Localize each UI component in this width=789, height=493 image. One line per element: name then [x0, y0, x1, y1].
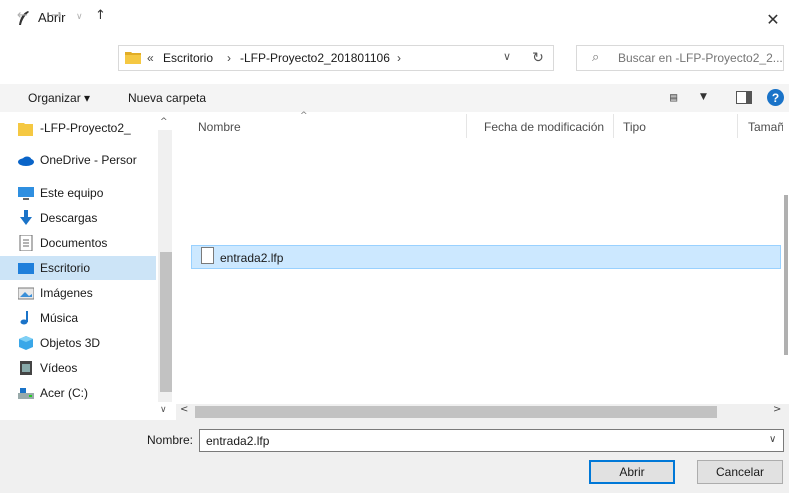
column-header-date-modified[interactable]: Fecha de modificación: [484, 120, 604, 134]
sidebar-item-this-pc[interactable]: Este equipo: [0, 181, 156, 205]
scroll-down-icon[interactable]: ∨: [160, 405, 167, 415]
view-dropdown-icon[interactable]: ▼: [700, 92, 707, 102]
breadcrumb-current-folder[interactable]: -LFP-Proyecto2_201801106: [240, 51, 390, 65]
pictures-icon: [18, 287, 34, 300]
chevron-down-icon: ∨: [76, 12, 83, 22]
column-divider[interactable]: [613, 114, 614, 138]
back-button[interactable]: ←: [17, 8, 28, 23]
sidebar-item-label: -LFP-Proyecto2_: [40, 121, 131, 135]
sidebar-item-label: Escritorio: [40, 261, 91, 275]
close-button[interactable]: ✕: [760, 6, 786, 32]
column-divider[interactable]: [737, 114, 738, 138]
view-options-icon[interactable]: ▤: [670, 90, 677, 104]
sidebar-item-label: Objetos 3D: [40, 336, 101, 350]
sidebar-item-desktop[interactable]: Escritorio: [0, 256, 156, 280]
column-divider[interactable]: [466, 114, 467, 138]
sidebar-item-documents[interactable]: Documentos: [0, 231, 156, 255]
up-button[interactable]: ↑: [95, 8, 106, 23]
sidebar-item-label: Música: [40, 311, 79, 325]
sidebar-item-label: Documentos: [40, 236, 108, 250]
close-icon: ✕: [766, 9, 780, 29]
up-arrow-icon: ↑: [95, 8, 106, 23]
drive-icon: [18, 388, 34, 399]
column-header-size[interactable]: Tamañ: [748, 120, 784, 134]
cloud-icon: [18, 156, 34, 166]
open-button[interactable]: Abrir: [589, 460, 675, 484]
breadcrumb-separator[interactable]: ›: [397, 51, 401, 65]
forward-button[interactable]: →: [51, 8, 62, 23]
column-header-name[interactable]: Nombre: [198, 120, 241, 134]
organize-button[interactable]: Organizar ▾: [28, 91, 90, 105]
new-folder-button[interactable]: Nueva carpeta: [128, 91, 206, 105]
file-icon: [201, 247, 214, 264]
column-header-type[interactable]: Tipo: [623, 120, 646, 134]
refresh-icon: ↻: [532, 50, 544, 66]
horizontal-scroll-thumb[interactable]: [195, 406, 717, 418]
recent-locations-button[interactable]: ∨: [76, 12, 83, 22]
address-overflow[interactable]: «: [147, 51, 154, 65]
sidebar-item-downloads[interactable]: Descargas: [0, 206, 156, 230]
sidebar-item-label: Este equipo: [40, 186, 104, 200]
video-icon: [20, 361, 32, 375]
refresh-button[interactable]: ↻: [524, 46, 552, 70]
sidebar-item-label: OneDrive - Persor: [40, 153, 137, 167]
sidebar-scroll-thumb[interactable]: [160, 252, 172, 392]
sidebar-item-3d-objects[interactable]: Objetos 3D: [0, 331, 156, 355]
desktop-icon: [18, 263, 34, 274]
sidebar-item-drive-c[interactable]: Acer (C:): [0, 381, 156, 405]
sidebar-item-videos[interactable]: Vídeos: [0, 356, 156, 380]
download-icon: [20, 210, 32, 225]
folder-icon: [125, 52, 141, 64]
sidebar-item-label: Acer (C:): [40, 386, 88, 400]
sidebar-item-label: Vídeos: [40, 361, 78, 375]
back-arrow-icon: ←: [17, 8, 28, 23]
breadcrumb-separator[interactable]: ›: [227, 51, 231, 65]
cancel-button[interactable]: Cancelar: [697, 460, 783, 484]
folder-icon: [18, 123, 33, 136]
sort-ascending-icon: ^: [300, 111, 308, 121]
search-icon: ⌕: [592, 50, 600, 65]
address-dropdown-icon[interactable]: ∨: [503, 50, 511, 63]
scroll-up-icon[interactable]: ^: [160, 117, 168, 127]
search-input[interactable]: [618, 48, 782, 68]
forward-arrow-icon: →: [51, 8, 62, 23]
preview-pane-icon[interactable]: [736, 91, 752, 104]
filename-input[interactable]: [199, 429, 784, 452]
file-name: entrada2.lfp: [220, 251, 284, 265]
filename-label: Nombre:: [147, 433, 194, 447]
sidebar-item-project-folder[interactable]: -LFP-Proyecto2_: [0, 116, 156, 140]
sidebar-item-label: Imágenes: [40, 286, 93, 300]
sidebar-item-label: Descargas: [40, 211, 98, 225]
sidebar-item-music[interactable]: Música: [0, 306, 156, 330]
breadcrumb-escritorio[interactable]: Escritorio: [163, 51, 213, 65]
file-list-scroll-thumb[interactable]: [784, 195, 788, 355]
scroll-right-icon[interactable]: >: [773, 404, 781, 415]
scroll-left-icon[interactable]: <: [180, 404, 188, 415]
document-icon: [19, 235, 33, 251]
cube-icon: [19, 336, 33, 350]
help-icon[interactable]: ?: [767, 89, 784, 106]
sidebar-item-onedrive[interactable]: OneDrive - Persor: [0, 148, 156, 172]
sidebar-item-pictures[interactable]: Imágenes: [0, 281, 156, 305]
music-icon: [20, 311, 28, 325]
chevron-down-icon[interactable]: ∨: [769, 434, 776, 445]
title-bar: [0, 0, 789, 36]
computer-icon: [18, 187, 34, 200]
